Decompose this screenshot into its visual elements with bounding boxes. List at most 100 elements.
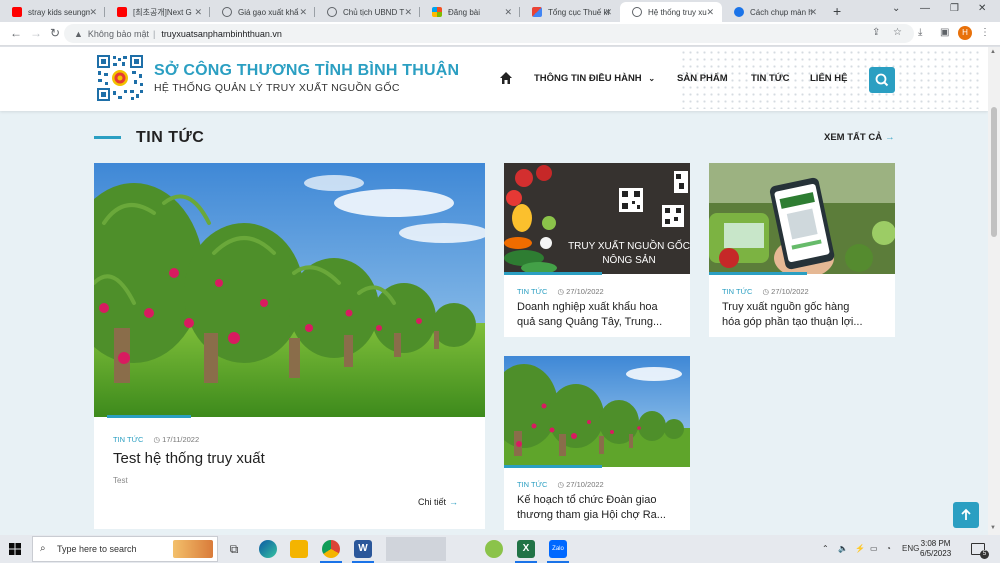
reload-icon[interactable]: ↻ xyxy=(50,26,60,40)
close-icon[interactable]: ✕ xyxy=(89,7,97,18)
close-icon[interactable]: ✕ xyxy=(404,7,412,18)
site-title[interactable]: SỞ CÔNG THƯƠNG TỈNH BÌNH THUẬN xyxy=(154,62,459,80)
close-icon[interactable]: ✕ xyxy=(809,7,817,18)
excel-icon[interactable]: X xyxy=(515,540,537,563)
restore-icon[interactable]: ❐ xyxy=(950,3,959,14)
share-icon[interactable]: ⇪ xyxy=(872,27,880,38)
browser-tab-active[interactable]: Hệ thống truy xu ✕ xyxy=(620,2,722,22)
scrollbar-thumb[interactable] xyxy=(991,107,997,237)
card-category[interactable]: TIN TỨC xyxy=(722,287,752,296)
browser-tab[interactable]: [최초공개]Next G ✕ xyxy=(105,2,210,22)
card-description: Test xyxy=(113,476,128,485)
browser-tab[interactable]: Giá gạo xuất khẩ ✕ xyxy=(210,2,315,22)
news-card[interactable]: TIN TỨC ◷ 27/10/2022 Kế hoạch tổ chức Đo… xyxy=(504,356,690,530)
windows-grid-icon xyxy=(432,7,442,17)
card-category[interactable]: TIN TỨC xyxy=(113,435,143,444)
windows-start-icon[interactable] xyxy=(9,543,21,555)
home-icon[interactable] xyxy=(499,71,513,85)
close-icon[interactable]: ✕ xyxy=(706,7,714,18)
scroll-up-icon[interactable]: ▲ xyxy=(990,49,996,55)
card-accent-bar xyxy=(107,415,191,418)
taskbar-clock[interactable]: 3:08 PM 6/5/2023 xyxy=(920,539,951,559)
language-indicator[interactable]: ENG xyxy=(902,544,919,553)
menu-kebab-icon[interactable]: ⋮ xyxy=(980,27,990,38)
back-to-top-button[interactable] xyxy=(953,502,979,528)
wifi-icon[interactable]: ◔ xyxy=(886,544,891,553)
traceability-vegetables-image[interactable]: TRUY XUẤT NGUỒN GỐC NÔNG SẢN xyxy=(504,163,690,274)
address-bar[interactable]: ▲ Không bảo mật | truyxuatsanphambinhthu… xyxy=(64,24,914,43)
minimize-icon[interactable]: — xyxy=(920,3,930,14)
bookmark-star-icon[interactable]: ☆ xyxy=(893,27,902,38)
battery-icon[interactable]: ▭ xyxy=(870,544,878,553)
new-tab-button[interactable]: + xyxy=(833,3,841,19)
phone-scan-image[interactable] xyxy=(709,163,895,274)
close-icon[interactable]: ✕ xyxy=(604,7,612,18)
clock-icon: ◷ xyxy=(557,480,565,489)
profile-avatar[interactable]: H xyxy=(958,26,972,40)
nav-item-san-pham[interactable]: SẢN PHẨM xyxy=(677,73,728,84)
nav-item-tin-tuc[interactable]: TIN TỨC xyxy=(751,73,790,84)
notification-icon[interactable]: 5 xyxy=(971,543,989,559)
browser-tab[interactable]: stray kids seungm ✕ xyxy=(0,2,105,22)
nav-item-dieu-hanh[interactable]: THÔNG TIN ĐIỀU HÀNH ⌄ xyxy=(534,73,655,84)
browser-tab[interactable]: Chủ tịch UBND T ✕ xyxy=(315,2,420,22)
task-view-icon[interactable]: ⧉ xyxy=(225,540,243,558)
nav-item-lien-he[interactable]: LIÊN HỆ xyxy=(810,73,847,84)
close-window-icon[interactable]: ✕ xyxy=(978,3,986,14)
close-icon[interactable]: ✕ xyxy=(504,7,512,18)
speaker-icon[interactable]: 🔈 xyxy=(838,544,848,553)
card-title[interactable]: Kế hoạch tổ chức Đoàn giao thương tham g… xyxy=(517,493,666,523)
tab-search-icon[interactable]: ⌄ xyxy=(892,3,900,14)
forward-icon[interactable]: → xyxy=(30,26,42,40)
clock-icon: ◷ xyxy=(762,287,770,296)
news-card[interactable]: TRUY XUẤT NGUỒN GỐC NÔNG SẢN TIN TỨC ◷ 2… xyxy=(504,163,690,337)
card-title[interactable]: Doanh nghiệp xuất khẩu hoa quả sang Quản… xyxy=(517,300,662,330)
news-card[interactable]: TIN TỨC ◷ 27/10/2022 Truy xuất nguồn gốc… xyxy=(709,163,895,337)
gmail-icon xyxy=(532,7,542,17)
card-category[interactable]: TIN TỨC xyxy=(517,480,547,489)
browser-tab[interactable]: Đăng bài ✕ xyxy=(420,2,520,22)
youtube-icon xyxy=(117,7,127,17)
card-accent-bar xyxy=(504,465,602,468)
card-meta: TIN TỨC ◷ 27/10/2022 xyxy=(517,287,604,296)
search-highlight-image xyxy=(173,540,213,558)
page-scrollbar[interactable]: ▲ ▼ xyxy=(988,47,1000,535)
chrome-icon[interactable] xyxy=(320,540,342,563)
edge-icon[interactable] xyxy=(259,540,277,558)
card-title[interactable]: Test hệ thống truy xuất xyxy=(113,450,265,467)
featured-news-card[interactable]: TIN TỨC ◷ 17/11/2022 Test hệ thống truy … xyxy=(94,163,485,529)
card-title[interactable]: Truy xuất nguồn gốc hàng hóa góp phần tạ… xyxy=(722,300,863,330)
app-icon[interactable] xyxy=(485,540,503,558)
card-title-line: Doanh nghiệp xuất khẩu hoa xyxy=(517,301,658,313)
card-meta: TIN TỨC ◷ 27/10/2022 xyxy=(517,480,604,489)
close-icon[interactable]: ✕ xyxy=(194,7,202,18)
back-icon[interactable]: ← xyxy=(10,26,22,40)
word-icon[interactable]: W xyxy=(352,540,374,563)
dragon-fruit-farm-image[interactable] xyxy=(94,163,485,417)
close-icon[interactable]: ✕ xyxy=(299,7,307,18)
image-caption: TRUY XUẤT NGUỒN GỐC xyxy=(568,238,690,252)
sidepanel-icon[interactable]: ▣ xyxy=(940,27,949,38)
browser-tab[interactable]: Tổng cục Thuế kh ✕ xyxy=(520,2,620,22)
network-icon[interactable]: ⚡ xyxy=(855,544,865,553)
tray-chevron-icon[interactable]: ⌃ xyxy=(822,544,829,553)
zalo-icon[interactable]: Zalo xyxy=(547,540,569,563)
site-subtitle: HỆ THỐNG QUẢN LÝ TRUY XUẤT NGUỒN GỐC xyxy=(154,82,400,94)
file-explorer-icon[interactable] xyxy=(290,540,308,558)
browser-tab[interactable]: Cách chụp màn h ✕ xyxy=(722,2,825,22)
read-more-link[interactable]: Chi tiết → xyxy=(418,497,458,507)
chevron-down-icon: ⌄ xyxy=(648,74,656,83)
taskbar-search-input[interactable]: ⌕ Type here to search xyxy=(32,536,218,562)
download-icon[interactable]: ⤓ xyxy=(918,27,922,38)
see-all-link[interactable]: XEM TẤT CẢ → xyxy=(824,132,895,143)
card-date: 27/10/2022 xyxy=(566,287,604,296)
dragon-fruit-farm-image[interactable] xyxy=(504,356,690,467)
card-category[interactable]: TIN TỨC xyxy=(517,287,547,296)
tab-title: Hệ thống truy xu xyxy=(648,7,707,17)
tab-title: [최초공개]Next G xyxy=(133,7,192,17)
card-date: 27/10/2022 xyxy=(771,287,809,296)
search-button[interactable] xyxy=(869,67,895,93)
scroll-down-icon[interactable]: ▼ xyxy=(990,525,996,531)
notification-count: 5 xyxy=(980,550,989,559)
qr-logo-icon[interactable] xyxy=(96,54,144,102)
